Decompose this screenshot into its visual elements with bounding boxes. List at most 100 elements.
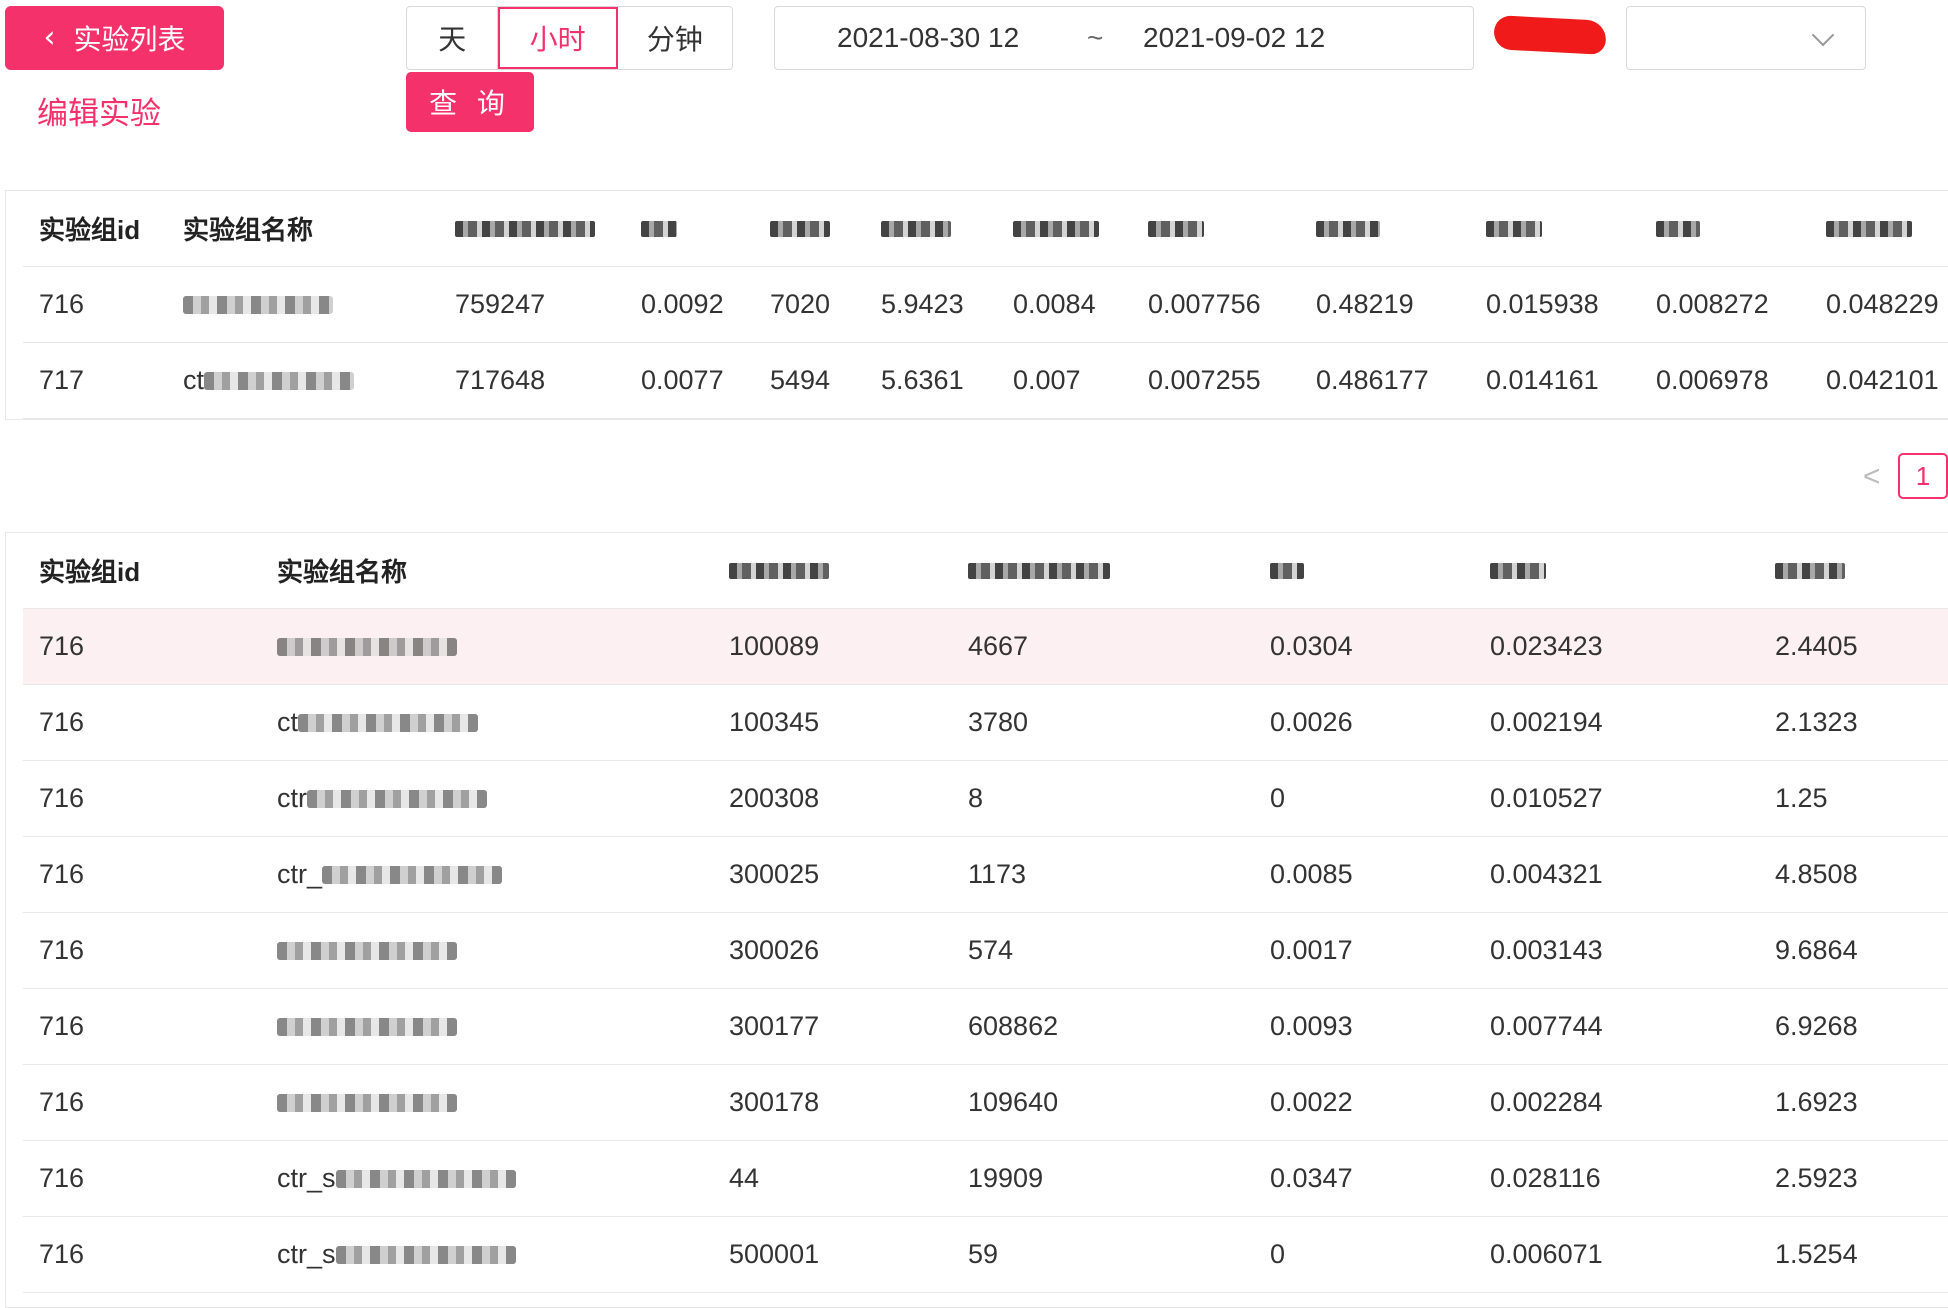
granularity-day[interactable]: 天: [407, 7, 499, 69]
cell-metric-value: 0.042101: [1826, 365, 1939, 395]
redacted-group-name: [277, 1093, 457, 1112]
cell-group-name: [183, 267, 333, 342]
cell-metric-value: 0.0085: [1270, 859, 1353, 889]
table-row[interactable]: 716 ctr_ 300025 1173 0.0085 0.004321 4.8508: [23, 837, 1948, 913]
redacted-header-text: [1270, 562, 1304, 579]
cell-group-id: 716: [39, 859, 85, 889]
cell-metric-value: 0.48219: [1316, 289, 1414, 319]
cell-metric-value: 0.015938: [1486, 289, 1599, 319]
cell-group-id: 716: [39, 935, 85, 965]
cell-group-id: 716: [39, 707, 85, 737]
cell-metric-value: 0.0017: [1270, 935, 1353, 965]
date-range-picker[interactable]: 2021-08-30 12 ~ 2021-09-02 12: [774, 6, 1474, 70]
column-header: [1775, 533, 1845, 608]
cell-metric-value: 2.5923: [1775, 1163, 1858, 1193]
cell-group-name: ct: [183, 343, 355, 418]
cell-metric-value: 0: [1270, 783, 1286, 813]
redacted-header-text: [1316, 220, 1380, 237]
table-row[interactable]: 716 300026 574 0.0017 0.003143 9.6864: [23, 913, 1948, 989]
pagination-prev-button[interactable]: <: [1863, 460, 1881, 494]
cell-metric-value: 19909: [968, 1163, 1044, 1193]
cell-metric-value: 2.4405: [1775, 631, 1858, 661]
cell-metric-value: 4667: [968, 631, 1029, 661]
cell-metric-value: 608862: [968, 1011, 1059, 1041]
cell-metric-value: 759247: [455, 289, 546, 319]
column-header: 实验组名称: [277, 557, 408, 587]
column-header: [1826, 191, 1912, 266]
cell-metric-value: 5494: [770, 365, 831, 395]
cell-group-name: ctr_s: [277, 1217, 516, 1292]
cell-group-name: [277, 913, 457, 988]
cell-metric-value: 44: [729, 1163, 760, 1193]
table-row[interactable]: 716 300177 608862 0.0093 0.007744 6.9268: [23, 989, 1948, 1065]
cell-metric-value: 0.0304: [1270, 631, 1353, 661]
cell-metric-value: 0.006978: [1656, 365, 1769, 395]
cell-metric-value: 0.010527: [1490, 783, 1603, 813]
summary-table-card: 实验组id 实验组名称 716 759247 0.0092 7020 5.9423 0.008…: [5, 190, 1948, 420]
cell-metric-value: 4.8508: [1775, 859, 1858, 889]
column-header: [1490, 533, 1546, 608]
back-to-experiment-list-button[interactable]: ‹ 实验列表: [5, 6, 224, 70]
column-header: 实验组id: [39, 557, 141, 587]
cell-metric-value: 500001: [729, 1239, 820, 1269]
table-row[interactable]: 716 ctr_s 44 19909 0.0347 0.028116 2.5923: [23, 1141, 1948, 1217]
column-header: [1316, 191, 1380, 266]
table-row[interactable]: 716 300178 109640 0.0022 0.002284 1.6923: [23, 1065, 1948, 1141]
cell-metric-value: 0.028116: [1490, 1163, 1601, 1193]
cell-metric-value: 0.007: [1013, 365, 1081, 395]
cell-group-name: [277, 1065, 457, 1140]
cell-metric-value: 200308: [729, 783, 820, 813]
column-header: [455, 191, 595, 266]
cell-metric-value: 1173: [968, 859, 1027, 889]
cell-metric-value: 0: [1270, 1239, 1286, 1269]
cell-metric-value: 717648: [455, 365, 546, 395]
redacted-group-name: [335, 1169, 516, 1188]
table-row[interactable]: 717 ct 717648 0.0077 5494 5.6361 0.007 0.007255…: [23, 343, 1948, 419]
column-header: [1656, 191, 1700, 266]
filter-select[interactable]: [1626, 6, 1866, 70]
redacted-group-name: [277, 637, 457, 656]
table-row[interactable]: 716 ctr_s 500001 59 0 0.006071 1.5254: [23, 1217, 1948, 1293]
cell-metric-value: 0.003143: [1490, 935, 1603, 965]
redacted-group-name: [335, 1245, 516, 1264]
redacted-group-name: [277, 941, 457, 960]
cell-metric-value: 100089: [729, 631, 820, 661]
edit-experiment-link[interactable]: 编辑实验: [37, 88, 161, 133]
redacted-header-text: [1486, 220, 1542, 237]
table-row[interactable]: 716 759247 0.0092 7020 5.9423 0.0084 0.007756 0…: [23, 267, 1948, 343]
group-name-visible-prefix: ct: [277, 707, 299, 737]
granularity-minute[interactable]: 分钟: [618, 7, 732, 69]
detail-table: 实验组id 实验组名称 716 100089 4667 0.0304 0.023423 2.4…: [23, 533, 1948, 1293]
query-button[interactable]: 查 询: [406, 72, 534, 132]
redacted-filter-label: [1493, 15, 1607, 55]
cell-metric-value: 0.002194: [1490, 707, 1603, 737]
date-range-start[interactable]: 2021-08-30 12: [837, 22, 1019, 54]
cell-metric-value: 0.023423: [1490, 631, 1603, 661]
cell-metric-value: 1.5254: [1775, 1239, 1858, 1269]
cell-metric-value: 0.0084: [1013, 289, 1096, 319]
table-row[interactable]: 716 ct 100345 3780 0.0026 0.002194 2.1323: [23, 685, 1948, 761]
column-header: [1148, 191, 1204, 266]
column-header: [881, 191, 951, 266]
date-range-end[interactable]: 2021-09-02 12: [1143, 22, 1325, 54]
redacted-group-name: [183, 295, 333, 314]
pagination-page-1[interactable]: 1: [1898, 453, 1948, 499]
cell-metric-value: 0.002284: [1490, 1087, 1603, 1117]
group-name-visible-prefix: ctr_s: [277, 1239, 336, 1269]
table-row[interactable]: 716 100089 4667 0.0304 0.023423 2.4405: [23, 609, 1948, 685]
cell-group-name: ctr_s: [277, 1141, 516, 1216]
redacted-header-text: [1490, 562, 1546, 579]
cell-metric-value: 0.0093: [1270, 1011, 1353, 1041]
cell-group-name: [277, 609, 457, 684]
group-name-visible-prefix: ctr_: [277, 859, 323, 889]
cell-metric-value: 5.9423: [881, 289, 964, 319]
granularity-hour[interactable]: 小时: [498, 7, 618, 69]
table-row[interactable]: 716 ctr 200308 8 0 0.010527 1.25: [23, 761, 1948, 837]
redacted-header-text: [770, 220, 830, 237]
redacted-header-text: [1148, 220, 1204, 237]
column-header: [968, 533, 1110, 608]
cell-metric-value: 100345: [729, 707, 820, 737]
cell-group-name: ctr_: [277, 837, 503, 912]
summary-table: 实验组id 实验组名称 716 759247 0.0092 7020 5.9423 0.008…: [23, 191, 1948, 419]
column-header: [729, 533, 829, 608]
